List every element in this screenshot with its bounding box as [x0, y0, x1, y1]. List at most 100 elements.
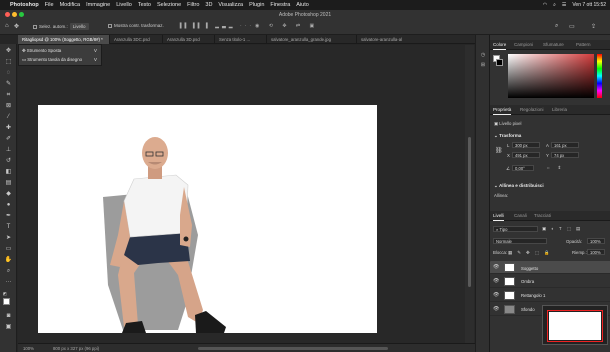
wifi-icon[interactable]: ◠	[543, 2, 547, 8]
y-field[interactable]: 74 px	[551, 152, 579, 158]
workspace-icon[interactable]: ▭	[569, 23, 575, 30]
flyout-item-move[interactable]: ✥ Strumento Sposta V	[22, 47, 97, 55]
layer-row-ombra[interactable]: 👁 Ombra	[490, 275, 610, 288]
transform-section-title[interactable]: ⌄ Trasforma	[494, 133, 521, 139]
width-field[interactable]: 300 px	[512, 142, 540, 148]
pen-tool-icon[interactable]: ✒	[3, 212, 14, 221]
tab-canali[interactable]: Canali	[514, 211, 527, 221]
layer-row-soggetto[interactable]: 👁 Soggetto	[490, 261, 610, 274]
clock-label[interactable]: Ven 7 ott 15:52	[572, 2, 606, 8]
tab-salvatore-grande[interactable]: salvatore_aranzulla_grande.jpg	[267, 35, 357, 44]
zoom-tool-icon[interactable]: ⌕	[3, 267, 14, 276]
tab-campioni[interactable]: Campioni	[514, 40, 533, 50]
visibility-eye-icon[interactable]: 👁	[493, 278, 499, 284]
move-tool-icon[interactable]: ✥	[3, 47, 14, 56]
menu-file[interactable]: File	[45, 2, 54, 8]
align-section-title[interactable]: ⌄ Allinea e distribuisci	[494, 183, 544, 189]
fill-field[interactable]: 100%	[587, 249, 605, 255]
auto-select-option[interactable]: Selez. autom.: Livello	[33, 23, 89, 30]
menu-aiuto[interactable]: Aiuto	[296, 2, 309, 8]
hand-tool-icon[interactable]: ✋	[3, 256, 14, 265]
type-tool-icon[interactable]: T	[3, 223, 14, 232]
link-icon[interactable]: ⛓	[495, 147, 503, 154]
tab-aranzulla-3d[interactable]: Aranzulla 3D.psd	[163, 35, 215, 44]
tab-proprieta[interactable]: Proprietà	[493, 105, 512, 115]
menu-modifica[interactable]: Modifica	[60, 2, 80, 8]
tab-regolazioni[interactable]: Regolazioni	[520, 105, 544, 115]
flip-buttons[interactable]: ⇔ ⇕	[546, 165, 564, 171]
navigator-preview[interactable]	[542, 305, 608, 345]
hue-slider[interactable]	[597, 54, 602, 98]
angle-field[interactable]: 0,00°	[512, 165, 534, 171]
show-transform-option[interactable]: Mostra contr. trasformaz.	[108, 23, 164, 28]
healing-brush-tool-icon[interactable]: ✚	[3, 124, 14, 133]
default-colors-icon[interactable]: ◩	[3, 291, 7, 296]
screen-mode-icon[interactable]: ▣	[3, 323, 14, 332]
document-canvas[interactable]	[38, 105, 377, 333]
color-field[interactable]	[508, 54, 594, 98]
visibility-eye-icon[interactable]: 👁	[493, 292, 499, 298]
menu-plugin[interactable]: Plugin	[249, 2, 264, 8]
properties-icon[interactable]: ⊞	[479, 62, 487, 69]
horizontal-scrollbar[interactable]	[198, 347, 388, 350]
brush-tool-icon[interactable]: ✐	[3, 135, 14, 144]
flyout-item-artboard[interactable]: ▭ Strumento tavola da disegno V	[22, 56, 97, 64]
menu-filtro[interactable]: Filtro	[187, 2, 199, 8]
quick-select-tool-icon[interactable]: ✎	[3, 80, 14, 89]
opacity-field[interactable]: 100%	[587, 238, 605, 244]
menu-testo[interactable]: Testo	[138, 2, 151, 8]
layer-row-rettangolo[interactable]: 👁 Rettangolo 1	[490, 289, 610, 302]
marquee-tool-icon[interactable]: ⬚	[3, 58, 14, 67]
tab-sfumature[interactable]: Sfumature	[543, 40, 564, 50]
share-icon[interactable]: ⇪	[591, 23, 596, 30]
scrollbar-thumb[interactable]	[468, 137, 471, 287]
menu-immagine[interactable]: Immagine	[86, 2, 110, 8]
tab-ritagliopsd[interactable]: Ritagliopsd @ 100% (Soggetto, RGB/8#) *	[18, 35, 110, 44]
crop-tool-icon[interactable]: ⌗	[3, 91, 14, 100]
tab-pattern[interactable]: Pattern	[576, 40, 591, 50]
x-field[interactable]: 491 px	[512, 152, 540, 158]
rectangle-tool-icon[interactable]: ▭	[3, 245, 14, 254]
history-icon[interactable]: ◷	[479, 52, 487, 59]
search-icon[interactable]: ⌕	[553, 2, 556, 8]
tab-libreria[interactable]: Libreria	[552, 105, 567, 115]
history-brush-tool-icon[interactable]: ↺	[3, 157, 14, 166]
tab-salvatore-al[interactable]: salvatore-aranzulla-al	[357, 35, 488, 44]
clone-stamp-tool-icon[interactable]: ⊥	[3, 146, 14, 155]
blur-tool-icon[interactable]: ◆	[3, 190, 14, 199]
more-tools-icon[interactable]: ···	[3, 278, 14, 287]
home-icon[interactable]: ⌂	[5, 23, 9, 29]
move-tool-preset-icon[interactable]: ✥	[14, 23, 19, 30]
auto-select-dropdown[interactable]: Livello	[69, 23, 89, 30]
foreground-color-swatch[interactable]	[3, 298, 10, 305]
tab-senza-titolo[interactable]: Senza titolo-1 ...	[215, 35, 267, 44]
height-field[interactable]: 161 px	[551, 142, 579, 148]
blend-mode-select[interactable]: Normale	[493, 238, 547, 244]
search-icon[interactable]: ⌕	[555, 23, 558, 30]
menu-finestra[interactable]: Finestra	[270, 2, 290, 8]
visibility-eye-icon[interactable]: 👁	[493, 306, 499, 312]
menu-selezione[interactable]: Selezione	[157, 2, 181, 8]
menu-livello[interactable]: Livello	[116, 2, 132, 8]
eyedropper-tool-icon[interactable]: ⁄	[3, 113, 14, 122]
menu-3d[interactable]: 3D	[205, 2, 212, 8]
tab-livelli[interactable]: Livelli	[493, 211, 505, 221]
visibility-eye-icon[interactable]: 👁	[493, 264, 499, 271]
frame-tool-icon[interactable]: ⊠	[3, 102, 14, 111]
control-center-icon[interactable]: ☰	[562, 2, 566, 8]
menu-visualizza[interactable]: Visualizza	[218, 2, 243, 8]
quick-mask-icon[interactable]: ◙	[3, 312, 14, 321]
layer-filter-select[interactable]: ⌕ Tipo	[493, 226, 538, 232]
gradient-tool-icon[interactable]: ▤	[3, 179, 14, 188]
tab-colore[interactable]: Colore	[493, 40, 507, 50]
lock-icons[interactable]: ▦ ✎ ✥ ⬚ 🔒	[508, 250, 551, 256]
auto-select-checkbox[interactable]	[33, 24, 37, 29]
background-swatch[interactable]	[496, 59, 503, 66]
document-info[interactable]: 800 px x 327 px (96 ppi)	[53, 346, 99, 351]
tab-aranzulla-3dc[interactable]: Aranzulla 3DC.psd	[110, 35, 163, 44]
path-selection-tool-icon[interactable]: ➤	[3, 234, 14, 243]
tab-tracciati[interactable]: Tracciati	[534, 211, 551, 221]
dodge-tool-icon[interactable]: ●	[3, 201, 14, 210]
lasso-tool-icon[interactable]: ◌	[3, 69, 14, 78]
3d-mode-buttons[interactable]: ◉ ⟲ ✥ ⇄ ▣	[255, 23, 318, 29]
